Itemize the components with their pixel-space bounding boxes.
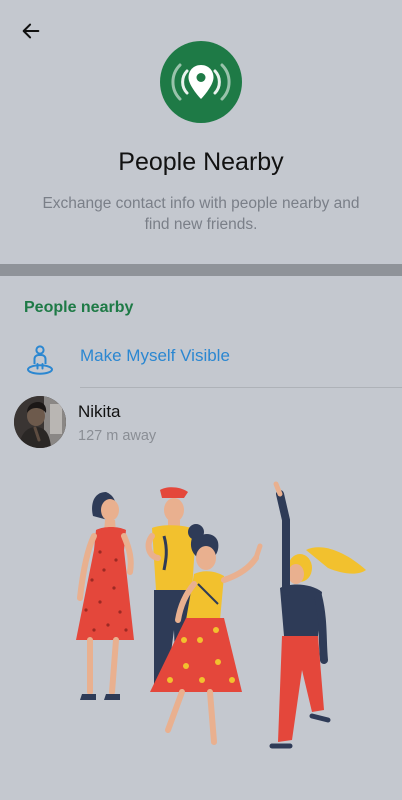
user-avatar (14, 396, 66, 448)
person-on-location-icon (27, 345, 53, 375)
row-divider (80, 387, 402, 388)
section-header-people-nearby: People nearby (24, 299, 134, 316)
arrow-left-icon (22, 23, 40, 39)
person-distance: 127 m away (78, 428, 157, 444)
make-myself-visible-button[interactable]: Make Myself Visible (0, 336, 402, 388)
page-title: People Nearby (118, 148, 284, 176)
person-list-item[interactable]: Nikita 127 m away (0, 390, 402, 454)
make-visible-label: Make Myself Visible (80, 346, 230, 365)
section-divider (0, 264, 402, 276)
location-pin-broadcast-icon (160, 41, 242, 123)
person-name: Nikita (78, 402, 121, 421)
back-button[interactable] (14, 14, 48, 48)
people-dancing-illustration (76, 481, 366, 749)
page-subtitle: Exchange contact info with people nearby… (42, 195, 360, 233)
